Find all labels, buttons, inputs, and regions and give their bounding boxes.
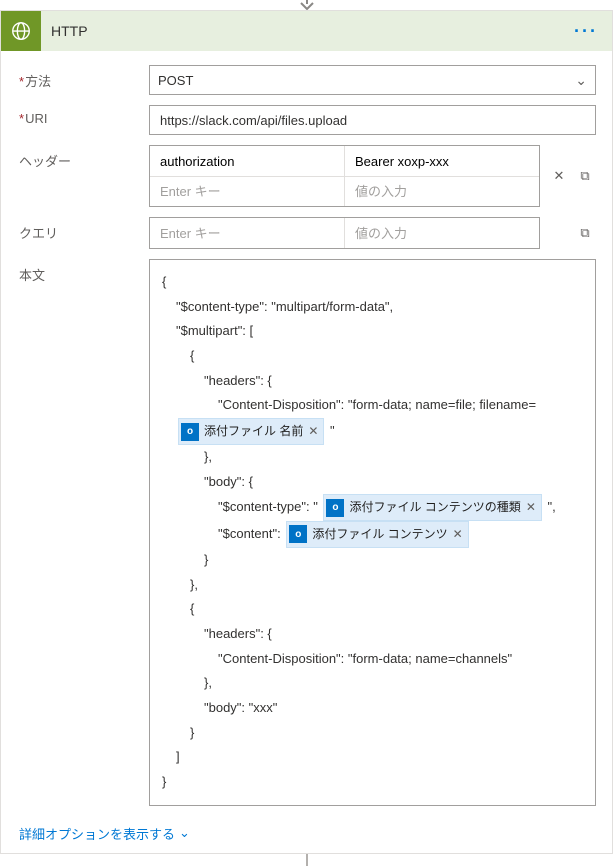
query-row-empty (150, 218, 539, 248)
body-line: o 添付ファイル 名前 ✕ " (162, 418, 583, 445)
body-line: { (162, 270, 583, 295)
row-method: *方法 POST ⌄ (19, 65, 596, 95)
body-line: } (162, 548, 583, 573)
token-remove-icon[interactable]: ✕ (453, 523, 463, 546)
body-line: "$multipart": [ (162, 319, 583, 344)
body-line: "Content-Disposition": "form-data; name=… (162, 647, 583, 672)
body-line: "body": { (162, 470, 583, 495)
body-line: "$content-type": " o 添付ファイル コンテンツの種類 ✕ "… (162, 494, 583, 521)
header-remove-button[interactable]: ✕ (548, 165, 570, 187)
method-select[interactable]: POST ⌄ (149, 65, 596, 95)
body-line: "$content-type": "multipart/form-data", (162, 295, 583, 320)
token-attachment-content[interactable]: o 添付ファイル コンテンツ ✕ (286, 521, 468, 548)
header-key-input[interactable] (158, 183, 336, 200)
body-line: "body": "xxx" (162, 696, 583, 721)
label-method: *方法 (19, 65, 149, 90)
query-key-input[interactable] (158, 225, 336, 242)
header-row-empty (150, 176, 539, 206)
copy-icon: ⧉ (580, 225, 589, 241)
step-title: HTTP (41, 23, 568, 39)
row-queries: クエリ . ⧉ (19, 217, 596, 249)
chevron-down-icon: ⌄ (575, 72, 587, 89)
outlook-icon: o (181, 423, 199, 441)
uri-input[interactable] (158, 112, 587, 129)
outlook-icon: o (289, 525, 307, 543)
body-line: }, (162, 671, 583, 696)
copy-icon: ⧉ (580, 168, 589, 184)
body-line: "$content": o 添付ファイル コンテンツ ✕ (162, 521, 583, 548)
query-token-button[interactable]: ⧉ (574, 222, 596, 244)
queries-grid (149, 217, 540, 249)
label-headers: ヘッダー (19, 145, 149, 170)
show-advanced-options[interactable]: 詳細オプションを表示する ⌄ (19, 824, 190, 843)
header-value-input[interactable] (353, 153, 531, 170)
headers-grid (149, 145, 540, 207)
label-uri: *URI (19, 105, 149, 126)
arrow-down-icon (299, 0, 315, 10)
body-line: } (162, 721, 583, 746)
step-menu-button[interactable]: ··· (568, 21, 604, 42)
body-line: ] (162, 745, 583, 770)
step-header[interactable]: HTTP ··· (1, 11, 612, 51)
row-uri: *URI (19, 105, 596, 135)
row-body: 本文 { "$content-type": "multipart/form-da… (19, 259, 596, 806)
body-line: { (162, 344, 583, 369)
step-body: *方法 POST ⌄ *URI ヘッダー (1, 51, 612, 853)
token-remove-icon[interactable]: ✕ (308, 420, 318, 443)
connector-bottom (0, 854, 613, 866)
body-line: "Content-Disposition": "form-data; name=… (162, 393, 583, 418)
header-row (150, 146, 539, 176)
header-value-input[interactable] (353, 183, 531, 200)
row-headers: ヘッダー ✕ (19, 145, 596, 207)
method-value: POST (158, 73, 193, 88)
label-queries: クエリ (19, 217, 149, 242)
http-globe-icon (1, 11, 41, 51)
connector-top (0, 0, 613, 10)
http-action-card: HTTP ··· *方法 POST ⌄ *URI ヘッダー (0, 10, 613, 854)
token-remove-icon[interactable]: ✕ (526, 496, 536, 519)
label-body: 本文 (19, 259, 149, 284)
body-editor[interactable]: { "$content-type": "multipart/form-data"… (149, 259, 596, 806)
outlook-icon: o (326, 499, 344, 517)
uri-input-wrap (149, 105, 596, 135)
close-icon: ✕ (554, 168, 565, 184)
token-attachment-content-type[interactable]: o 添付ファイル コンテンツの種類 ✕ (323, 494, 541, 521)
body-line: { (162, 597, 583, 622)
body-line: } (162, 770, 583, 795)
body-line: }, (162, 445, 583, 470)
body-line: "headers": { (162, 622, 583, 647)
header-key-input[interactable] (158, 153, 336, 170)
body-line: }, (162, 573, 583, 598)
header-token-button[interactable]: ⧉ (574, 165, 596, 187)
body-line: "headers": { (162, 369, 583, 394)
token-attachment-name[interactable]: o 添付ファイル 名前 ✕ (178, 418, 324, 445)
chevron-down-icon: ⌄ (179, 825, 190, 841)
query-value-input[interactable] (353, 225, 531, 242)
